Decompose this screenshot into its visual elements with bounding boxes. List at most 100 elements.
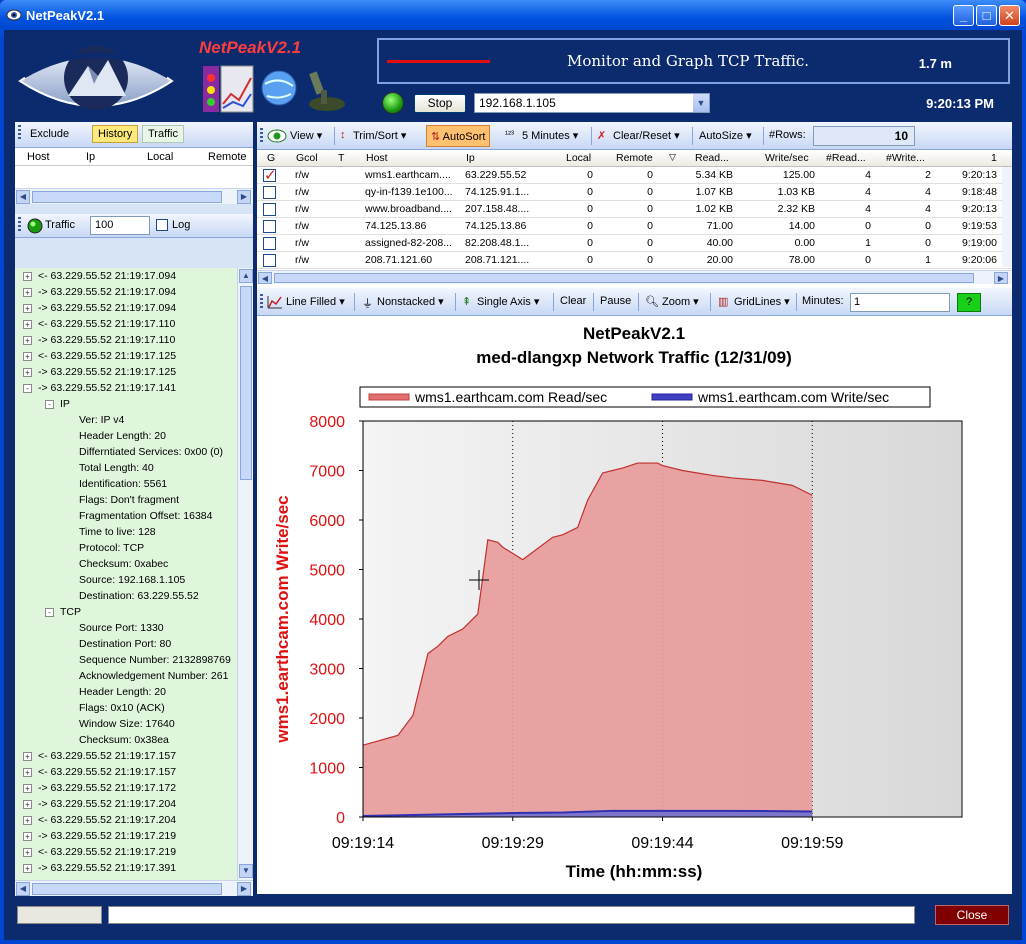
tree-item[interactable]: Ver: IP v4 [15,412,237,428]
tree-item[interactable]: Checksum: 0xabec [15,556,237,572]
nonstacked-menu[interactable]: Nonstacked ▾ [377,295,444,308]
clear-button[interactable]: Clear [560,295,586,307]
tree-item[interactable]: + <- 63.229.55.52 21:19:17.110 [15,316,237,332]
col-host[interactable]: Host [27,151,50,163]
col-remote[interactable]: Remote [616,152,653,164]
tree-item[interactable]: Time to live: 128 [15,524,237,540]
col-host[interactable]: Host [366,152,388,164]
tree-item[interactable]: Checksum: 0x38ea [15,732,237,748]
gridlines-menu[interactable]: GridLines ▾ [734,295,790,308]
expand-icon[interactable]: + [23,288,32,297]
tree-item[interactable]: + -> 63.229.55.52 21:19:17.219 [15,828,237,844]
grid-vscroll[interactable] [1002,167,1012,267]
expand-icon[interactable]: + [23,368,32,377]
col-ip[interactable]: Ip [466,152,475,164]
close-window-button[interactable]: ✕ [999,5,1020,26]
pause-button[interactable]: Pause [600,295,631,307]
tree-item[interactable]: Destination: 63.229.55.52 [15,588,237,604]
tree-item[interactable]: Window Size: 17640 [15,716,237,732]
graph-checkbox[interactable] [263,186,276,199]
col-read[interactable]: Read... [695,152,729,164]
tree-item[interactable]: Fragmentation Offset: 16384 [15,508,237,524]
stop-button[interactable]: Stop [414,94,466,113]
scroll-thumb[interactable] [240,286,252,480]
expand-icon[interactable]: + [23,768,32,777]
toolbar-grip[interactable] [18,125,21,140]
graph-checkbox[interactable] [263,166,277,184]
col-local[interactable]: Local [147,151,173,163]
chevron-down-icon[interactable]: ▼ [693,94,709,112]
col-t[interactable]: T [338,152,344,164]
table-row[interactable]: r/w qy-in-f139.1e100... 74.125.91.1... 0 0 1.… [257,184,1012,201]
graph-checkbox[interactable] [263,203,276,216]
view-menu[interactable]: View ▾ [290,129,322,142]
rows-input[interactable]: 10 [813,126,915,146]
host-list-hscroll[interactable]: ◀ ▶ [15,188,253,204]
col-nwrite[interactable]: #Write... [886,152,925,164]
grid-hscroll[interactable]: ◀ ▶ [257,270,1012,284]
tree-item[interactable]: Protocol: TCP [15,540,237,556]
line-filled-menu[interactable]: Line Filled ▾ [286,295,345,308]
tree-item[interactable]: - TCP [15,604,237,620]
tree-item[interactable]: Identification: 5561 [15,476,237,492]
expand-icon[interactable]: + [23,352,32,361]
log-checkbox[interactable] [156,219,168,231]
tab-traffic[interactable]: Traffic [142,125,184,143]
tree-item[interactable]: Source Port: 1330 [15,620,237,636]
graph-checkbox[interactable] [263,237,276,250]
scroll-down-icon[interactable]: ▼ [239,864,253,878]
ip-address-select[interactable]: 192.168.1.105 ▼ [474,93,710,113]
col-time[interactable]: 1 [991,152,997,164]
tree-item[interactable]: + -> 63.229.55.52 21:19:17.094 [15,284,237,300]
table-row[interactable]: r/w 208.71.121.60 208.71.121.... 0 0 20.00 78.… [257,252,1012,269]
tree-item[interactable]: + <- 63.229.55.52 21:19:17.094 [15,268,237,284]
scroll-thumb[interactable] [274,273,974,283]
col-g[interactable]: G [267,152,275,164]
tree-item[interactable]: Total Length: 40 [15,460,237,476]
expand-icon[interactable]: + [23,752,32,761]
tree-item[interactable]: Destination Port: 80 [15,636,237,652]
packet-tree-vscroll[interactable]: ▲ ▼ [237,268,253,880]
title-bar[interactable]: NetPeakV2.1 _ □ ✕ [0,0,1026,30]
close-button[interactable]: Close [935,905,1009,925]
tree-item[interactable]: Flags: 0x10 (ACK) [15,700,237,716]
scroll-thumb[interactable] [32,883,222,895]
tree-item[interactable]: + <- 63.229.55.52 21:19:17.157 [15,764,237,780]
collapse-icon[interactable]: - [45,400,54,409]
col-ip[interactable]: Ip [86,151,95,163]
maximize-button[interactable]: □ [976,5,997,26]
col-remote[interactable]: Remote [208,151,247,163]
tree-item[interactable]: Source: 192.168.1.105 [15,572,237,588]
tree-item[interactable]: Differntiated Services: 0x00 (0) [15,444,237,460]
tree-item[interactable]: + <- 63.229.55.52 21:19:17.204 [15,812,237,828]
tree-item[interactable]: + -> 63.229.55.52 21:19:17.094 [15,300,237,316]
expand-icon[interactable]: + [23,864,32,873]
scroll-left-icon[interactable]: ◀ [16,190,30,204]
table-row[interactable]: r/w wms1.earthcam.... 63.229.55.52 0 0 5.34 K… [257,166,1012,184]
traffic-count-input[interactable]: 100 [90,216,150,235]
tab-history[interactable]: History [92,125,139,143]
expand-icon[interactable]: + [23,848,32,857]
tree-item[interactable]: + <- 63.229.55.52 21:19:17.219 [15,844,237,860]
expand-icon[interactable]: + [23,784,32,793]
clear-reset-menu[interactable]: Clear/Reset ▾ [613,129,680,142]
scroll-left-icon[interactable]: ◀ [258,272,272,284]
tree-item[interactable]: + -> 63.229.55.52 21:19:17.204 [15,796,237,812]
help-button[interactable]: ? [957,293,981,312]
autosort-button[interactable]: ⇅ AutoSort [426,125,491,147]
expand-icon[interactable]: + [23,816,32,825]
scroll-right-icon[interactable]: ▶ [237,882,251,896]
tree-item[interactable]: + <- 63.229.55.52 21:19:17.125 [15,348,237,364]
collapse-icon[interactable]: - [23,384,32,393]
table-row[interactable]: r/w www.broadband.... 207.158.48.... 0 0 1.02… [257,201,1012,218]
tree-item[interactable]: Header Length: 20 [15,428,237,444]
tree-item[interactable]: Sequence Number: 2132898769 [15,652,237,668]
autosize-menu[interactable]: AutoSize ▾ [699,129,752,142]
scroll-thumb[interactable] [32,191,222,203]
expand-icon[interactable]: + [23,272,32,281]
scroll-right-icon[interactable]: ▶ [237,190,251,204]
tree-item[interactable]: + -> 63.229.55.52 21:19:17.125 [15,364,237,380]
toolbar-grip[interactable] [260,128,263,143]
single-axis-menu[interactable]: Single Axis ▾ [477,295,539,308]
tree-item[interactable]: + -> 63.229.55.52 21:19:17.172 [15,780,237,796]
